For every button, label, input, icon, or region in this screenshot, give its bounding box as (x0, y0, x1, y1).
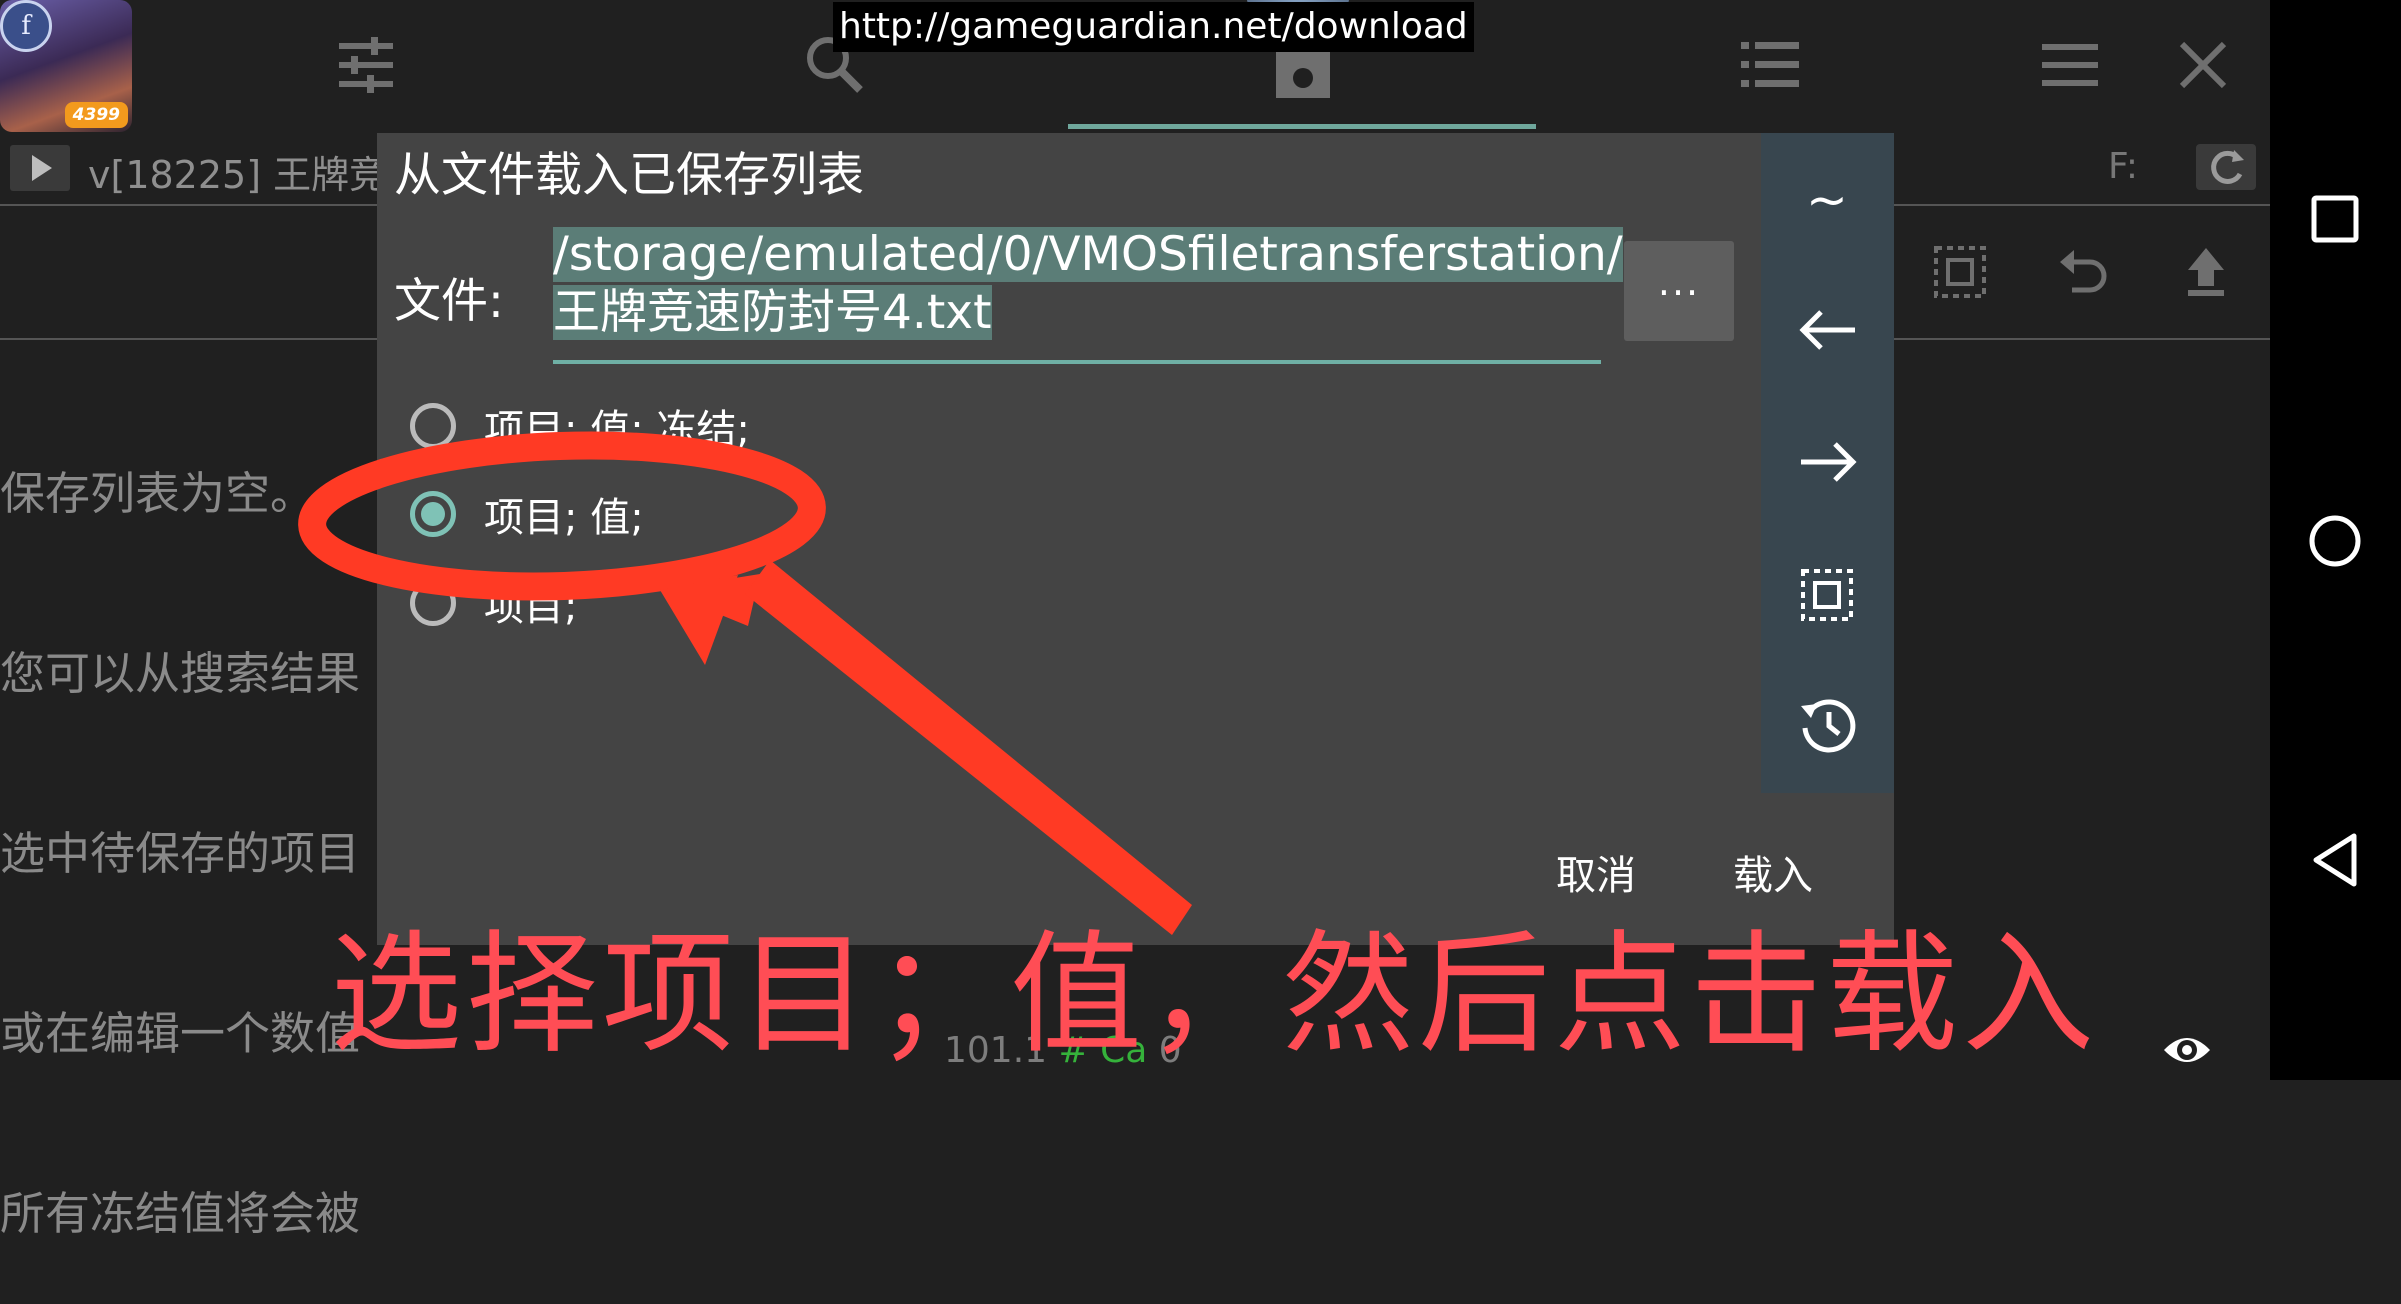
dialog-title: 从文件载入已保存列表 (394, 148, 864, 203)
app-avatar[interactable]: f 4399 (0, 0, 132, 132)
radio-button-checked[interactable] (410, 491, 456, 537)
eye-icon[interactable] (2162, 1028, 2212, 1072)
refresh-button[interactable] (2196, 144, 2256, 190)
file-path-line: 王牌竞速防封号4.txt (553, 285, 992, 340)
empty-line: 或在编辑一个数值 (0, 1007, 361, 1060)
radio-button[interactable] (410, 403, 456, 449)
recents-icon[interactable] (2310, 194, 2360, 244)
file-label: 文件: (394, 274, 504, 329)
annotation-text: 选择项目；值，然后点击载入 (330, 918, 2098, 1072)
empty-line: 所有冻结值将会被 (0, 1187, 361, 1240)
empty-list-message: 保存列表为空。 您可以从搜索结果 选中待保存的项目 或在编辑一个数值 所有冻结值… (0, 344, 360, 1304)
empty-line: 您可以从搜索结果 (0, 647, 361, 700)
back-icon[interactable] (2310, 832, 2360, 888)
option-items-values-frozen[interactable]: 项目; 值; 冻结; (410, 391, 750, 461)
f-label: F: (2108, 146, 2139, 187)
undo-icon[interactable] (2052, 242, 2112, 302)
active-tab-indicator (1068, 124, 1536, 129)
overlay-url: http://gameguardian.net/download (833, 2, 1474, 52)
close-icon[interactable] (2168, 30, 2238, 100)
option-label: 项目; 值; (484, 495, 644, 541)
arrow-right-icon[interactable] (1797, 432, 1859, 492)
history-icon[interactable] (1797, 694, 1859, 756)
menu-icon[interactable] (2036, 30, 2106, 100)
refresh-icon (2211, 150, 2244, 184)
option-label: 项目; (484, 584, 578, 630)
process-label[interactable]: v[18225] 王牌竞速 (88, 144, 425, 199)
option-items[interactable]: 项目; (410, 568, 577, 638)
list-icon[interactable] (1735, 30, 1805, 100)
empty-line: 选中待保存的项目 (0, 827, 361, 880)
select-all-icon[interactable] (1797, 565, 1857, 625)
arrow-left-icon[interactable] (1797, 300, 1859, 360)
file-path-input[interactable]: /storage/emulated/0/VMOSfiletransferstat… (553, 226, 1623, 364)
browse-button[interactable]: ... (1624, 241, 1734, 341)
upload-icon[interactable] (2176, 242, 2236, 302)
select-all-icon[interactable] (1930, 242, 1990, 302)
play-icon (32, 155, 52, 181)
radio-button[interactable] (410, 580, 456, 626)
facebook-badge-icon: f (0, 0, 52, 52)
option-items-values[interactable]: 项目; 值; (410, 479, 644, 549)
settings-sliders-icon[interactable] (331, 30, 401, 100)
play-button[interactable] (10, 145, 70, 191)
file-path-line: /storage/emulated/0/VMOSfiletransferstat… (553, 227, 1623, 282)
avatar-tag: 4399 (64, 102, 128, 128)
option-label: 项目; 值; 冻结; (484, 407, 750, 453)
empty-line: 保存列表为空。 (0, 467, 316, 520)
home-icon[interactable] (2308, 514, 2362, 568)
tilde-icon[interactable]: ~ (1797, 170, 1857, 230)
